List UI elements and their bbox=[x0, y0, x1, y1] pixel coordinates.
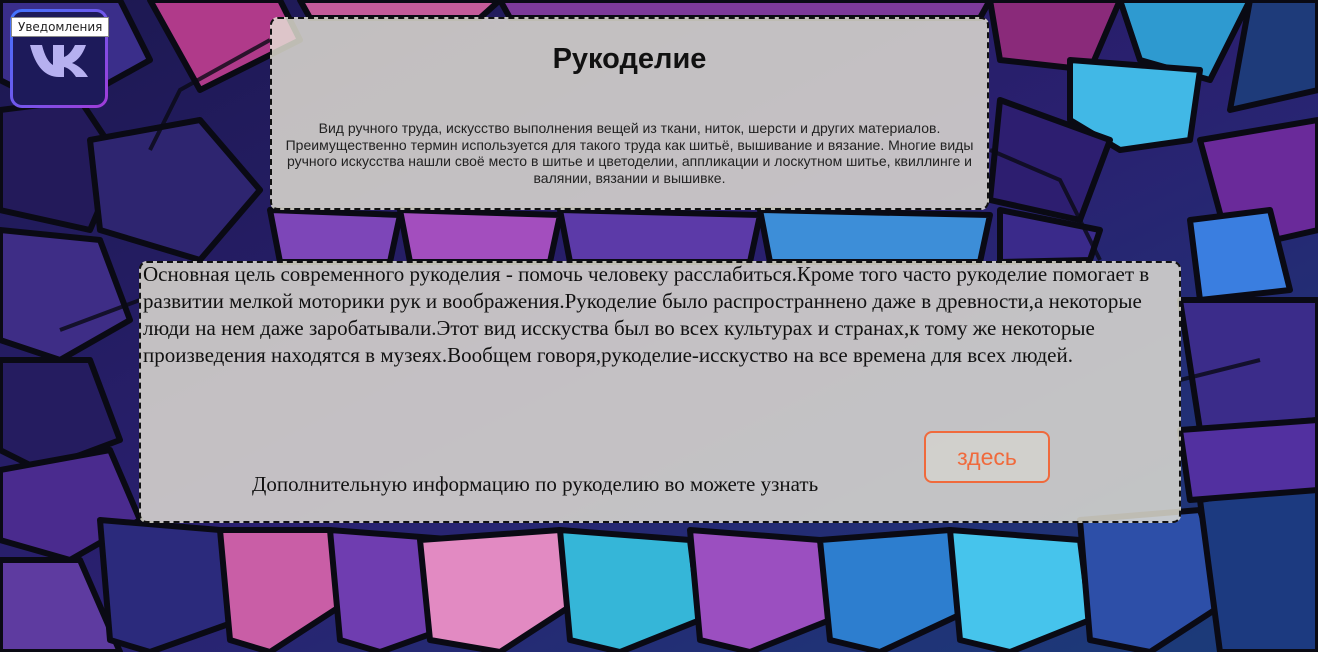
intro-description: Вид ручного труда, искусство выполнения … bbox=[285, 120, 974, 186]
page-title: Рукоделие bbox=[552, 43, 707, 75]
vk-icon bbox=[30, 44, 88, 77]
main-paragraph: Основная цель современного рукоделия - п… bbox=[143, 262, 1150, 367]
intro-card: Рукоделие Вид ручного труда, искусство в… bbox=[270, 17, 989, 210]
main-card: Основная цель современного рукоделия - п… bbox=[139, 261, 1181, 523]
notifications-tooltip: Уведомления bbox=[11, 17, 110, 37]
extra-info-text: Дополнительную информацию по рукоделию в… bbox=[252, 472, 819, 496]
here-link-button[interactable]: здесь bbox=[924, 431, 1050, 483]
